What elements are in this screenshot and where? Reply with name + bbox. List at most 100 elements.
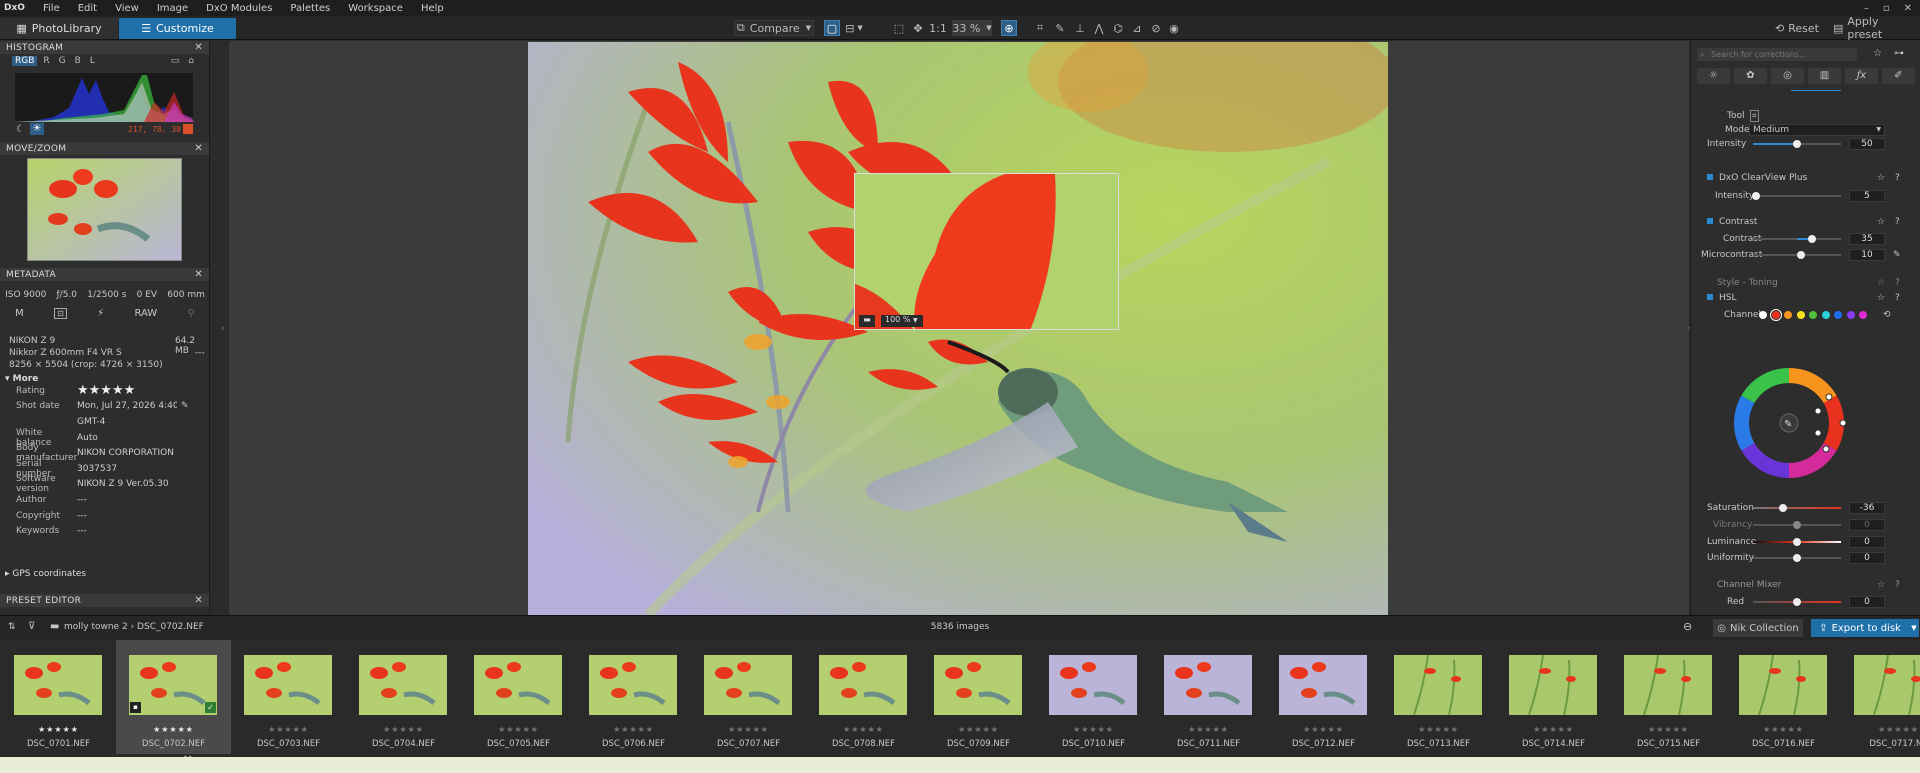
vibrancy-slider[interactable] — [1753, 521, 1841, 529]
local-tab-icon[interactable]: ✐ — [1882, 68, 1915, 84]
menu-edit[interactable]: Edit — [69, 3, 106, 14]
close-icon[interactable]: ✕ — [194, 269, 203, 280]
hsl-color-wheel[interactable]: ✎ — [1731, 363, 1861, 483]
filmstrip-thumbnail[interactable]: ★★★★★ DSC_0710.NEF — [1036, 640, 1151, 754]
hist-mode-l[interactable]: L — [87, 56, 98, 66]
filmstrip-thumbnail[interactable]: ★★★★★ DSC_0715.NEF — [1611, 640, 1726, 754]
channel-swatch[interactable] — [1796, 311, 1805, 319]
thumbnail-rating[interactable]: ★★★★★ — [1841, 725, 1920, 734]
menu-help[interactable]: Help — [412, 3, 453, 14]
collapse-left-icon[interactable]: ‹ — [221, 324, 225, 334]
filmstrip-thumbnail[interactable]: ★★★★★ DSC_0704.NEF — [346, 640, 461, 754]
channel-swatch[interactable] — [1769, 309, 1782, 321]
filmstrip-thumbnail[interactable]: ★★★★★ DSC_0717.NE — [1841, 640, 1920, 754]
one-to-one-button[interactable]: 1:1 — [929, 20, 947, 36]
thumbnail-rating[interactable]: ★★★★★ — [346, 725, 461, 734]
help-icon[interactable]: ? — [1895, 217, 1900, 227]
show-masks-button[interactable]: ◉ — [1166, 20, 1182, 36]
tab-customize[interactable]: ☰ Customize — [119, 18, 236, 39]
hist-mode-r[interactable]: R — [40, 56, 52, 66]
crop-button[interactable]: ⌗ — [1032, 20, 1048, 36]
sort-icon[interactable]: ⇅ — [8, 622, 16, 632]
detail-tab-icon[interactable]: ◎ — [1771, 68, 1804, 84]
intensity-value[interactable]: 50 — [1849, 138, 1885, 150]
channel-swatch[interactable] — [1859, 311, 1867, 319]
uniformity-slider[interactable] — [1753, 554, 1841, 562]
loupe-toggle-icon[interactable]: ▬ — [859, 315, 875, 327]
thumbnail-rating[interactable]: ★★★★★ — [1381, 725, 1496, 734]
wand-icon[interactable]: ✎ — [1893, 250, 1901, 260]
filmstrip-thumbnail[interactable]: ★★★★★ DSC_0707.NEF — [691, 640, 806, 754]
intensity-slider[interactable] — [1753, 140, 1841, 148]
hist-mode-rgb[interactable]: RGB — [12, 56, 38, 66]
menu-file[interactable]: File — [34, 3, 69, 14]
minimize-button[interactable]: – — [1864, 3, 1869, 14]
channel-swatch[interactable] — [1834, 311, 1842, 319]
filmstrip-thumbnail[interactable]: ★★★★★ DSC_0705.NEF — [461, 640, 576, 754]
clipping-icon[interactable]: ⌂ — [185, 56, 197, 66]
geometry-tab-icon[interactable]: ▥ — [1808, 68, 1841, 84]
style-toning-header[interactable]: Style - Toning ☆ ? — [1691, 276, 1911, 290]
help-icon[interactable]: ? — [1895, 580, 1900, 590]
star-icon[interactable]: ☆ — [1877, 293, 1885, 303]
star-icon[interactable]: ☆ — [1877, 580, 1885, 590]
help-icon[interactable]: ? — [1895, 173, 1900, 183]
white-balance-picker-button[interactable]: ✎ — [1052, 20, 1068, 36]
red-value[interactable]: 0 — [1849, 596, 1885, 608]
thumbnail-rating[interactable]: ★★★★★ — [1, 725, 116, 734]
microcontrast-value[interactable]: 10 — [1849, 249, 1885, 261]
clearview-intensity-value[interactable]: 5 — [1849, 190, 1885, 202]
rating-stars[interactable]: ★★★★★ — [77, 383, 135, 398]
gps-toggle[interactable]: ▸ GPS coordinates — [5, 569, 86, 579]
perspective-button[interactable]: ⋀ — [1091, 20, 1107, 36]
corrections-search-input[interactable]: ⌕ Search for corrections... — [1697, 48, 1857, 61]
edit-pencil-icon[interactable]: ✎ — [181, 401, 189, 411]
contrast-value[interactable]: 35 — [1849, 233, 1885, 245]
filmstrip-thumbnail[interactable]: ★★★★★ DSC_0709.NEF — [921, 640, 1036, 754]
light-tab-icon[interactable]: ☼ — [1697, 68, 1730, 84]
luminance-slider[interactable] — [1753, 538, 1841, 546]
moon-icon[interactable]: ☾ — [16, 124, 25, 135]
thumbnail-rating[interactable]: ★★★★★ — [231, 725, 346, 734]
filmstrip-thumbnail[interactable]: ★★★★★ DSC_0703.NEF — [231, 640, 346, 754]
horizon-button[interactable]: ⊥ — [1072, 20, 1088, 36]
apply-preset-button[interactable]: ▤ Apply preset — [1833, 15, 1913, 41]
star-icon[interactable]: ☆ — [1877, 278, 1885, 288]
tool-picker-icon[interactable]: ⌗ — [1750, 110, 1759, 122]
thumbnail-rating[interactable]: ★★★★★ — [1496, 725, 1611, 734]
loupe-zoom-select[interactable]: 100 % ▼ — [881, 315, 923, 327]
thumbnail-rating[interactable]: ★★★★★ — [1611, 725, 1726, 734]
color-tab-icon[interactable]: ✿ — [1734, 68, 1767, 84]
saturation-slider[interactable] — [1753, 504, 1841, 512]
local-adjustments-button[interactable]: ⌬ — [1110, 20, 1126, 36]
sync-icon[interactable]: ⊖ — [1683, 620, 1692, 633]
filmstrip-thumbnail[interactable]: ★★★★★ DSC_0706.NEF — [576, 640, 691, 754]
fit-button[interactable]: ⬚ — [891, 20, 907, 36]
thumbnail-rating[interactable]: ★★★★★ — [1151, 725, 1266, 734]
split-view-button[interactable]: ⊟ ▼ — [842, 20, 866, 36]
sun-icon[interactable]: ☀ — [30, 123, 44, 135]
star-icon[interactable]: ☆ — [1877, 217, 1885, 227]
clearview-intensity-slider[interactable] — [1752, 192, 1841, 200]
menu-palettes[interactable]: Palettes — [281, 3, 339, 14]
filmstrip-thumbnail[interactable]: ★★★★★ DSC_0708.NEF — [806, 640, 921, 754]
favorites-star-icon[interactable]: ☆ — [1873, 48, 1882, 59]
star-icon[interactable]: ☆ — [1877, 173, 1885, 183]
vibrancy-value[interactable]: 0 — [1849, 519, 1885, 531]
maximize-button[interactable]: ▫ — [1883, 3, 1890, 14]
mode-select[interactable]: Medium ▼ — [1749, 124, 1885, 136]
hist-mode-b[interactable]: B — [72, 56, 84, 66]
microcontrast-slider[interactable] — [1753, 251, 1841, 259]
hist-mode-g[interactable]: G — [56, 56, 69, 66]
channel-swatch[interactable] — [1809, 311, 1817, 319]
image-viewer[interactable]: ▬ 100 % ▼ — [229, 41, 1689, 615]
filmstrip-thumbnail[interactable]: ▪ ✓ ★★★★★ DSC_0702.NEF — [116, 640, 231, 754]
reset-button[interactable]: ⟲ Reset — [1774, 20, 1820, 36]
uniformity-value[interactable]: 0 — [1849, 552, 1885, 564]
thumbnail-rating[interactable]: ★★★★★ — [461, 725, 576, 734]
menu-workspace[interactable]: Workspace — [339, 3, 412, 14]
loupe-window[interactable]: ▬ 100 % ▼ — [854, 173, 1119, 330]
toggle-icon[interactable]: ⊶ — [1894, 48, 1904, 59]
luminance-value[interactable]: 0 — [1849, 536, 1885, 548]
reset-channel-icon[interactable]: ⟲ — [1883, 310, 1891, 320]
